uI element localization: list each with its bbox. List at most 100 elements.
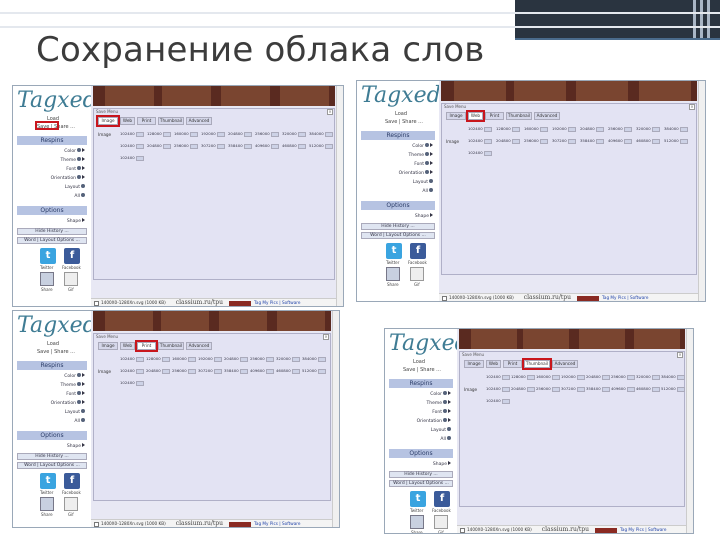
size-option[interactable]: 3072X0	[561, 386, 586, 393]
arrow-right-icon[interactable]	[448, 461, 451, 465]
size-option[interactable]: 4608X0	[276, 368, 302, 375]
word-layout-options-button[interactable]: Word | Layout Options ...	[361, 232, 435, 239]
save-size-button[interactable]	[213, 368, 222, 374]
facebook-icon[interactable]: f	[64, 473, 80, 489]
sidebar-item-layout[interactable]: Layout	[19, 184, 85, 190]
size-option[interactable]: 1024X0	[468, 138, 496, 145]
close-icon[interactable]: ×	[323, 334, 329, 340]
tab-thumbnail[interactable]: Thumbnail	[506, 112, 532, 120]
sidebar-item-theme[interactable]: Theme	[19, 157, 85, 163]
respin-icon[interactable]	[77, 391, 81, 395]
size-option[interactable]: 2560X0	[255, 131, 282, 138]
shape-item[interactable]: Shape	[19, 218, 85, 224]
footer-link[interactable]: Tag My Pics | Software	[602, 295, 648, 300]
save-size-button[interactable]	[651, 374, 660, 380]
word-layout-options-button[interactable]: Word | Layout Options ...	[17, 462, 87, 469]
size-option[interactable]: 2048X0	[224, 356, 250, 363]
tab-advanced[interactable]: Advanced	[552, 360, 578, 368]
size-option[interactable]: 4608X0	[636, 138, 664, 145]
size-option[interactable]: 1600X0	[174, 131, 201, 138]
facebook-icon[interactable]: f	[434, 491, 450, 507]
size-option[interactable]: 4096X0	[611, 386, 636, 393]
tab-print[interactable]: Print	[137, 117, 156, 125]
size-option[interactable]: 2560X0	[250, 356, 276, 363]
tab-advanced[interactable]: Advanced	[186, 342, 212, 350]
shape-item[interactable]: Shape	[391, 461, 451, 467]
save-size-button[interactable]	[676, 374, 685, 380]
save-size-button[interactable]	[501, 374, 510, 380]
size-option[interactable]: 1024X0	[120, 368, 146, 375]
tab-print[interactable]: Print	[503, 360, 522, 368]
arrow-right-icon[interactable]	[82, 373, 85, 377]
size-option[interactable]: 2048X0	[147, 143, 174, 150]
save-size-button[interactable]	[161, 356, 170, 362]
load-link[interactable]: Load	[395, 111, 407, 117]
size-option[interactable]: 1600X0	[536, 374, 561, 381]
close-icon[interactable]: ×	[677, 352, 683, 358]
gif-icon[interactable]	[434, 515, 448, 529]
save-size-button[interactable]	[213, 356, 222, 362]
sidebar-item-orientation[interactable]: Orientation	[363, 170, 433, 176]
footer-link[interactable]: Tag My Pics | Software	[254, 300, 300, 305]
size-option[interactable]: 3200X0	[636, 374, 661, 381]
arrow-right-icon[interactable]	[82, 443, 85, 447]
respin-icon[interactable]	[429, 188, 433, 192]
gif-icon[interactable]	[64, 497, 78, 511]
save-size-button[interactable]	[626, 386, 635, 392]
save-size-button[interactable]	[135, 356, 144, 362]
save-size-button[interactable]	[567, 138, 576, 144]
shape-item[interactable]: Shape	[363, 213, 433, 219]
save-size-button[interactable]	[576, 386, 585, 392]
save-size-button[interactable]	[551, 386, 560, 392]
checkbox[interactable]	[94, 300, 99, 306]
save-size-button[interactable]	[539, 126, 548, 132]
size-option[interactable]: 1024X0	[120, 356, 146, 363]
arrow-right-icon[interactable]	[82, 175, 85, 179]
size-option[interactable]: 3584X0	[580, 138, 608, 145]
size-option[interactable]: 3072X0	[198, 368, 224, 375]
twitter-icon[interactable]: t	[40, 248, 56, 264]
save-size-button[interactable]	[501, 398, 510, 404]
tab-thumbnail[interactable]: Thumbnail	[158, 342, 184, 350]
size-option[interactable]: 1024X0	[120, 155, 147, 162]
save-size-button[interactable]	[270, 131, 279, 137]
arrow-right-icon[interactable]	[82, 157, 85, 161]
footer-link[interactable]: Tag My Pics | Software	[620, 527, 666, 532]
respin-icon[interactable]	[447, 436, 451, 440]
tab-web[interactable]: Web	[486, 360, 501, 368]
size-option[interactable]: 2560X0	[174, 143, 201, 150]
save-size-button[interactable]	[595, 126, 604, 132]
shape-item[interactable]: Shape	[19, 443, 85, 449]
respin-icon[interactable]	[77, 157, 81, 161]
size-option[interactable]: 3200X0	[276, 356, 302, 363]
share-icon[interactable]	[40, 272, 54, 286]
size-option[interactable]: 2048X0	[146, 368, 172, 375]
arrow-right-icon[interactable]	[82, 166, 85, 170]
sidebar-item-color[interactable]: Color	[363, 143, 433, 149]
respin-icon[interactable]	[425, 152, 429, 156]
size-option[interactable]: 4096X0	[250, 368, 276, 375]
arrow-right-icon[interactable]	[448, 418, 451, 422]
scrollbar[interactable]	[686, 329, 693, 533]
save-size-button[interactable]	[135, 368, 144, 374]
twitter-icon[interactable]: t	[386, 243, 402, 259]
size-option[interactable]: 1024X0	[468, 126, 496, 133]
save-size-button[interactable]	[317, 368, 326, 374]
arrow-right-icon[interactable]	[448, 391, 451, 395]
sidebar-item-orientation[interactable]: Orientation	[19, 175, 85, 181]
hide-history-button[interactable]: Hide History ...	[17, 228, 87, 235]
save-size-button[interactable]	[601, 386, 610, 392]
hide-history-button[interactable]: Hide History ...	[361, 223, 435, 230]
twitter-icon[interactable]: t	[410, 491, 426, 507]
size-option[interactable]: 1280X0	[511, 374, 536, 381]
checkbox[interactable]	[460, 527, 465, 533]
tab-image[interactable]: Image	[464, 360, 484, 368]
sidebar-item-all[interactable]: All	[19, 193, 85, 199]
size-option[interactable]: 3840X0	[664, 126, 692, 133]
sidebar-item-color[interactable]: Color	[391, 391, 451, 397]
size-option[interactable]: 1600X0	[524, 126, 552, 133]
respin-icon[interactable]	[443, 409, 447, 413]
hide-history-button[interactable]: Hide History ...	[17, 453, 87, 460]
size-option[interactable]: 3072X0	[201, 143, 228, 150]
save-size-button[interactable]	[291, 368, 300, 374]
